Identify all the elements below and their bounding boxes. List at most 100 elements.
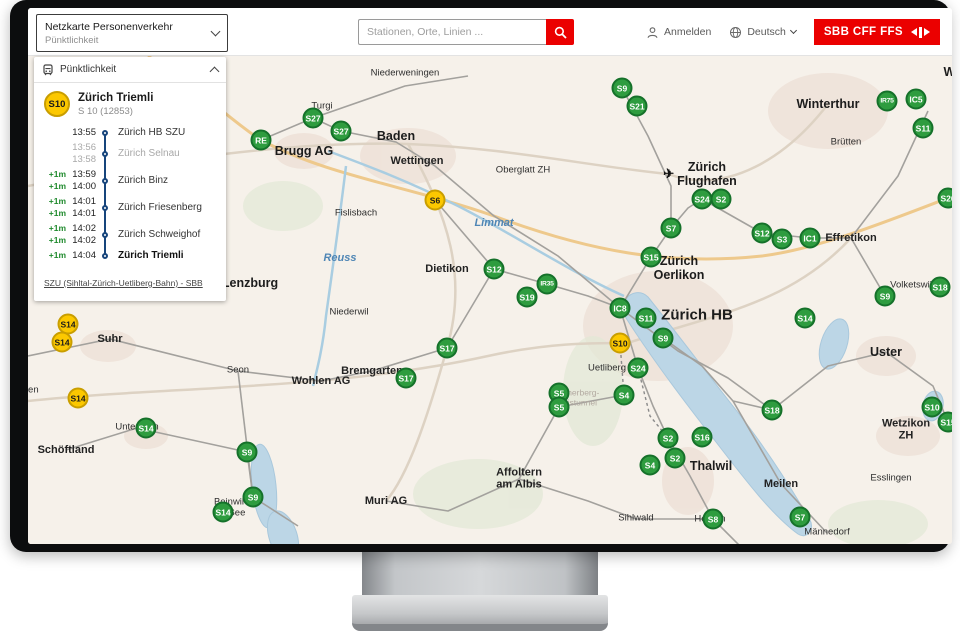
stop-time: 13:56	[69, 142, 96, 153]
line-badge-re[interactable]: RE	[251, 130, 272, 151]
language-select[interactable]: Deutsch	[729, 26, 796, 39]
stop-time: 14:01	[69, 208, 96, 219]
line-badge-s12[interactable]: S12	[484, 259, 505, 280]
chevron-down-icon	[211, 27, 221, 37]
line-badge-s27[interactable]: S27	[331, 121, 352, 142]
language-label: Deutsch	[747, 26, 786, 38]
line-badge-s24[interactable]: S24	[692, 189, 713, 210]
user-icon	[646, 26, 659, 39]
line-badge-s21[interactable]: S21	[627, 96, 648, 117]
delay-label: +1m	[48, 208, 66, 219]
line-badge-ir75[interactable]: IR75	[877, 91, 898, 112]
line-badge-s10[interactable]: S10	[610, 333, 631, 354]
line-badge-s2[interactable]: S2	[665, 448, 686, 469]
train-icon	[42, 64, 54, 76]
monitor-mockup: Netzkarte Personenverkehr Pünktlichkeit	[0, 0, 960, 638]
stop-name: Zürich HB SZU	[114, 125, 185, 140]
line-badge-s4[interactable]: S4	[614, 385, 635, 406]
stop-time: 13:59	[69, 169, 96, 180]
stop-time: 14:02	[69, 235, 96, 246]
line-badge-s26[interactable]: S26	[938, 188, 953, 209]
line-badge-s4[interactable]: S4	[640, 455, 661, 476]
stop-row: 13:55 Zürich HB SZU	[44, 125, 216, 140]
line-badge-s17[interactable]: S17	[396, 368, 417, 389]
sbb-logo[interactable]: SBB CFF FFS	[814, 19, 940, 45]
line-badge-s7[interactable]: S7	[790, 507, 811, 528]
sbb-logo-text: SBB CFF FFS	[824, 26, 903, 38]
sbb-arrows-icon	[911, 27, 930, 38]
line-badge-ic5[interactable]: IC5	[906, 89, 927, 110]
stop-time: 14:00	[69, 181, 96, 192]
line-badge-s2[interactable]: S2	[711, 189, 732, 210]
stop-row: +1m14:01+1m14:01Zürich Friesenberg	[44, 194, 216, 221]
line-badge-s7[interactable]: S7	[661, 218, 682, 239]
line-badge-s15[interactable]: S15	[938, 412, 953, 433]
stop-name: Zürich Binz	[114, 167, 168, 194]
line-badge-ic8[interactable]: IC8	[610, 298, 631, 319]
stop-time: 13:58	[69, 154, 96, 165]
line-badge-s9[interactable]: S9	[243, 487, 264, 508]
delay-label	[48, 154, 66, 165]
line-badge-s11[interactable]: S11	[636, 308, 657, 329]
stop-row: +1m14:04Zürich Triemli	[44, 248, 216, 263]
line-badge-s14[interactable]: S14	[52, 332, 73, 353]
chevron-down-icon	[790, 27, 797, 34]
line-badge-s14[interactable]: S14	[213, 502, 234, 523]
stop-dot	[102, 130, 108, 136]
line-badge-s5[interactable]: S5	[549, 397, 570, 418]
app-window: Netzkarte Personenverkehr Pünktlichkeit	[28, 8, 952, 544]
stop-time: 13:55	[69, 127, 96, 138]
panel-header[interactable]: Pünktlichkeit	[34, 57, 226, 83]
line-badge-s12[interactable]: S12	[752, 223, 773, 244]
stop-time: 14:04	[69, 250, 96, 261]
line-badge-s19[interactable]: S19	[517, 287, 538, 308]
stop-row: +1m14:02+1m14:02Zürich Schweighof	[44, 221, 216, 248]
search-icon	[554, 26, 567, 39]
line-badge-s6[interactable]: S6	[425, 190, 446, 211]
line-badge-s9[interactable]: S9	[875, 286, 896, 307]
stop-time: 14:02	[69, 223, 96, 234]
line-badge-s16[interactable]: S16	[692, 427, 713, 448]
stop-dot	[102, 232, 108, 238]
stop-dot	[102, 178, 108, 184]
panel-title: Pünktlichkeit	[60, 64, 205, 75]
line-badge-s17[interactable]: S17	[437, 338, 458, 359]
stop-row: 13:5613:58Zürich Selnau	[44, 140, 216, 167]
line-badge-s14[interactable]: S14	[795, 308, 816, 329]
line-badge-s3[interactable]: S3	[772, 229, 793, 250]
delay-label: +1m	[48, 250, 66, 261]
timeline-marker	[96, 125, 114, 140]
panel-footer: SZU (Sihltal-Zürich-Uetliberg-Bahn) - SB…	[44, 273, 216, 291]
line-badge-s18[interactable]: S18	[762, 400, 783, 421]
line-badge-s9[interactable]: S9	[653, 328, 674, 349]
timeline-marker	[96, 167, 114, 194]
line-badge-s9[interactable]: S9	[237, 442, 258, 463]
search-bar	[358, 19, 574, 45]
globe-icon	[729, 26, 742, 39]
line-badge-s18[interactable]: S18	[930, 277, 951, 298]
line-badge-s15[interactable]: S15	[641, 247, 662, 268]
monitor-stand-base	[352, 595, 608, 631]
panel-body: S10 Zürich Triemli S 10 (12853) 13:55Zür…	[34, 83, 226, 301]
monitor-bezel: Netzkarte Personenverkehr Pünktlichkeit	[10, 0, 950, 552]
operator-link[interactable]: SZU (Sihltal-Zürich-Uetliberg-Bahn) - SB…	[44, 278, 203, 288]
timeline-marker	[96, 221, 114, 248]
delay-label: +1m	[48, 196, 66, 207]
search-button[interactable]	[546, 19, 574, 45]
line-badge-s8[interactable]: S8	[703, 509, 724, 530]
timeline-marker	[96, 194, 114, 221]
map-layer-select[interactable]: Netzkarte Personenverkehr Pünktlichkeit	[36, 14, 228, 52]
line-badge-s24[interactable]: S24	[628, 358, 649, 379]
search-input[interactable]	[358, 19, 546, 45]
line-badge-s27[interactable]: S27	[303, 108, 324, 129]
stop-dot	[102, 205, 108, 211]
line-badge-s9[interactable]: S9	[612, 78, 633, 99]
line-badge-ir35[interactable]: IR35	[537, 274, 558, 295]
line-badge-s14[interactable]: S14	[68, 388, 89, 409]
login-button[interactable]: Anmelden	[646, 26, 711, 39]
line-badge-s11[interactable]: S11	[913, 118, 934, 139]
line-badge-s14[interactable]: S14	[136, 418, 157, 439]
line-badge-s2[interactable]: S2	[658, 428, 679, 449]
delay-label: +1m	[48, 169, 66, 180]
line-badge-ic1[interactable]: IC1	[800, 228, 821, 249]
